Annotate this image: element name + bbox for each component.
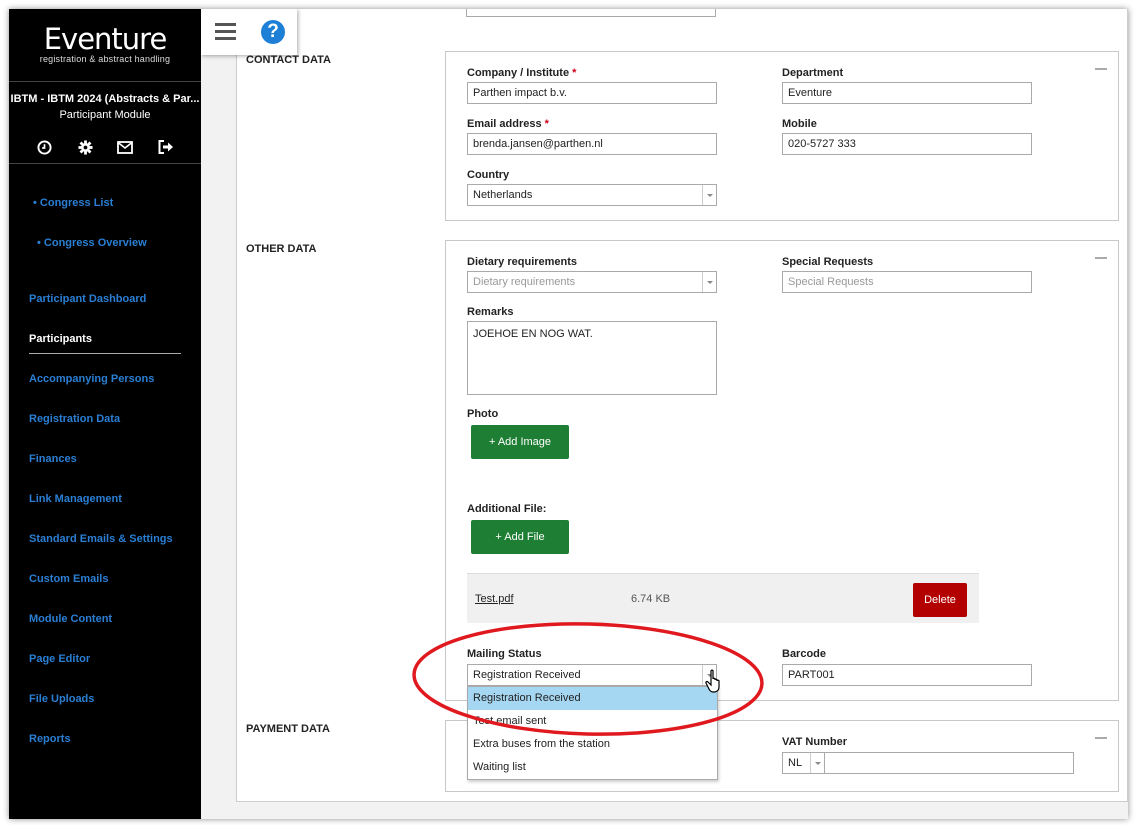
sidebar: Eventure registration & abstract handlin… bbox=[9, 9, 201, 819]
nav-congress-overview[interactable]: • Congress Overview bbox=[37, 237, 147, 249]
other-data-heading: OTHER DATA bbox=[246, 243, 317, 255]
nav-finances[interactable]: Finances bbox=[29, 453, 77, 465]
nav-file-uploads[interactable]: File Uploads bbox=[29, 693, 94, 705]
company-field[interactable]: Parthen impact b.v. bbox=[467, 82, 717, 104]
sidebar-divider bbox=[9, 163, 201, 164]
chevron-down-icon[interactable] bbox=[702, 272, 716, 292]
mailing-status-select[interactable]: Registration Received bbox=[467, 664, 717, 686]
department-label: Department bbox=[782, 67, 844, 79]
required-marker: * bbox=[572, 67, 577, 79]
payment-data-heading: PAYMENT DATA bbox=[246, 723, 330, 735]
special-requests-field[interactable]: Special Requests bbox=[782, 271, 1032, 293]
email-field[interactable]: brenda.jansen@parthen.nl bbox=[467, 133, 717, 155]
collapse-icon[interactable] bbox=[1095, 257, 1107, 259]
collapse-icon[interactable] bbox=[1095, 737, 1107, 739]
mailing-option[interactable]: Extra buses from the station bbox=[468, 733, 717, 756]
nav-link-management[interactable]: Link Management bbox=[29, 493, 122, 505]
nav-reports[interactable]: Reports bbox=[29, 733, 71, 745]
logo: Eventure registration & abstract handlin… bbox=[9, 23, 201, 64]
mobile-label: Mobile bbox=[782, 118, 817, 130]
main-content: Job title CONTACT DATA Company / Institu… bbox=[236, 9, 1128, 802]
nav-accompanying-persons[interactable]: Accompanying Persons bbox=[29, 373, 154, 385]
chevron-down-icon[interactable] bbox=[702, 185, 716, 205]
vat-number-field[interactable] bbox=[824, 752, 1074, 774]
nav-registration-data[interactable]: Registration Data bbox=[29, 413, 120, 425]
other-data-panel: Dietary requirements Dietary requirement… bbox=[445, 240, 1119, 701]
file-size: 6.74 KB bbox=[631, 593, 671, 605]
country-label: Country bbox=[467, 169, 510, 181]
chevron-down-icon[interactable] bbox=[810, 753, 824, 773]
remarks-textarea[interactable]: JOEHOE EN NOG WAT. bbox=[467, 321, 717, 395]
sidebar-icon-bar bbox=[9, 138, 201, 156]
vat-country-value: NL bbox=[788, 757, 803, 769]
active-nav-underline bbox=[29, 353, 181, 354]
company-label: Company / Institute * bbox=[467, 67, 577, 79]
mobile-field[interactable]: 020-5727 333 bbox=[782, 133, 1032, 155]
department-field[interactable]: Eventure bbox=[782, 82, 1032, 104]
top-toolbar: ? bbox=[201, 9, 297, 55]
required-marker: * bbox=[544, 118, 549, 130]
nav-participants[interactable]: Participants bbox=[29, 333, 92, 345]
barcode-label: Barcode bbox=[782, 648, 827, 660]
photo-label: Photo bbox=[467, 408, 499, 420]
mailing-status-label: Mailing Status bbox=[467, 648, 542, 660]
app-window: Eventure registration & abstract handlin… bbox=[9, 9, 1128, 819]
hamburger-menu-icon[interactable] bbox=[215, 21, 237, 43]
nav-congress-list[interactable]: • Congress List bbox=[33, 197, 113, 209]
file-row: Test.pdf 6.74 KB Delete bbox=[467, 573, 979, 623]
logout-icon[interactable] bbox=[157, 138, 175, 156]
logo-subtitle: registration & abstract handling bbox=[39, 54, 171, 64]
module-title: Participant Module bbox=[59, 109, 151, 121]
contact-data-panel: Company / Institute * Parthen impact b.v.… bbox=[445, 51, 1119, 221]
dietary-label: Dietary requirements bbox=[467, 256, 578, 268]
mailing-status-dropdown: Registration Received Test email sent Ex… bbox=[467, 686, 718, 780]
logo-text: Eventure bbox=[43, 22, 168, 56]
vat-number-label: VAT Number bbox=[782, 736, 847, 748]
add-image-button[interactable]: + Add Image bbox=[471, 425, 569, 459]
email-label: Email address * bbox=[467, 118, 549, 130]
add-file-button[interactable]: + Add File bbox=[471, 520, 569, 554]
chevron-down-icon[interactable] bbox=[702, 665, 716, 685]
nav-participant-dashboard[interactable]: Participant Dashboard bbox=[29, 293, 146, 305]
clock-icon[interactable] bbox=[35, 138, 53, 156]
contact-data-heading: CONTACT DATA bbox=[246, 54, 331, 66]
mailing-option[interactable]: Test email sent bbox=[468, 710, 717, 733]
nav-module-content[interactable]: Module Content bbox=[29, 613, 112, 625]
gear-icon[interactable] bbox=[76, 138, 94, 156]
mailing-status-value: Registration Received bbox=[473, 669, 581, 681]
additional-file-label: Additional File: bbox=[467, 503, 547, 515]
dietary-select-placeholder: Dietary requirements bbox=[473, 276, 576, 288]
mailing-option[interactable]: Waiting list bbox=[468, 756, 717, 779]
delete-file-button[interactable]: Delete bbox=[913, 583, 967, 617]
country-select-value: Netherlands bbox=[473, 189, 533, 201]
job-title-field[interactable]: Job title bbox=[466, 9, 716, 17]
mailing-option[interactable]: Registration Received bbox=[468, 687, 717, 710]
country-select[interactable]: Netherlands bbox=[467, 184, 717, 206]
sidebar-divider bbox=[9, 81, 201, 82]
nav-page-editor[interactable]: Page Editor bbox=[29, 653, 90, 665]
event-title: IBTM - IBTM 2024 (Abstracts & Par... bbox=[10, 93, 200, 105]
mail-icon[interactable] bbox=[116, 138, 134, 156]
nav-custom-emails[interactable]: Custom Emails bbox=[29, 573, 108, 585]
nav-standard-emails[interactable]: Standard Emails & Settings bbox=[29, 533, 173, 545]
barcode-field[interactable]: PART001 bbox=[782, 664, 1032, 686]
file-link[interactable]: Test.pdf bbox=[475, 593, 514, 605]
remarks-label: Remarks bbox=[467, 306, 514, 318]
special-requests-label: Special Requests bbox=[782, 256, 874, 268]
vat-country-select[interactable]: NL bbox=[782, 752, 825, 774]
dietary-select[interactable]: Dietary requirements bbox=[467, 271, 717, 293]
collapse-icon[interactable] bbox=[1095, 68, 1107, 70]
help-icon[interactable]: ? bbox=[261, 20, 285, 44]
